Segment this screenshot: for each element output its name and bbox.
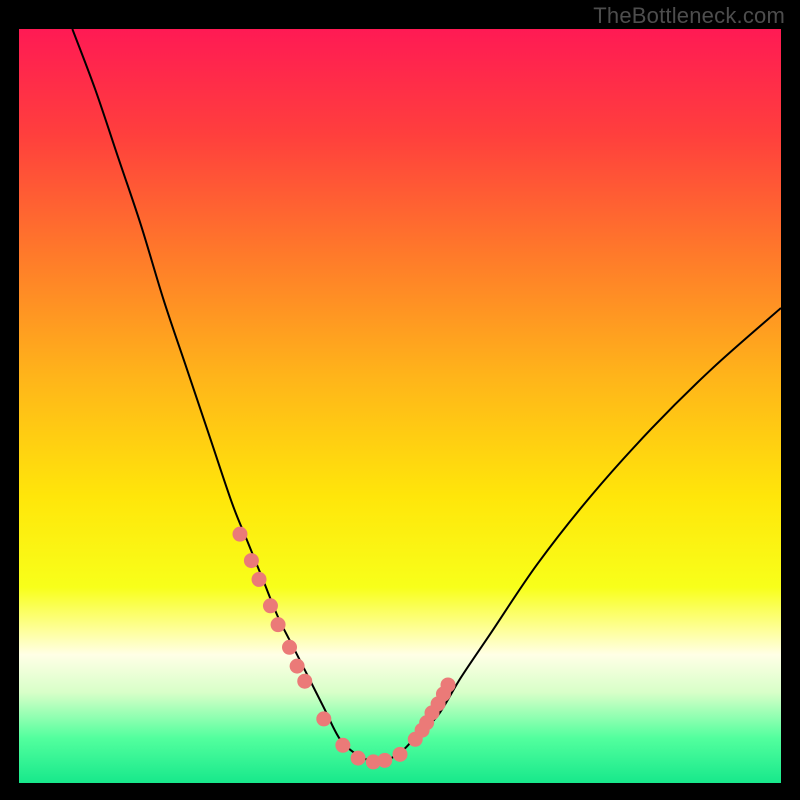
chart-svg [19,29,781,783]
data-dot [351,751,366,766]
watermark-text: TheBottleneck.com [593,3,785,29]
data-dot [297,674,312,689]
data-dot [335,738,350,753]
data-dot [441,677,456,692]
outer-frame: TheBottleneck.com [0,0,800,800]
bottleneck-curve [72,29,781,761]
data-dots [232,527,455,770]
data-dot [290,659,305,674]
data-dot [377,753,392,768]
data-dot [252,572,267,587]
plot-area [19,29,781,783]
data-dot [232,527,247,542]
data-dot [393,747,408,762]
data-dot [271,617,286,632]
data-dot [263,598,278,613]
data-dot [244,553,259,568]
data-dot [282,640,297,655]
data-dot [316,711,331,726]
